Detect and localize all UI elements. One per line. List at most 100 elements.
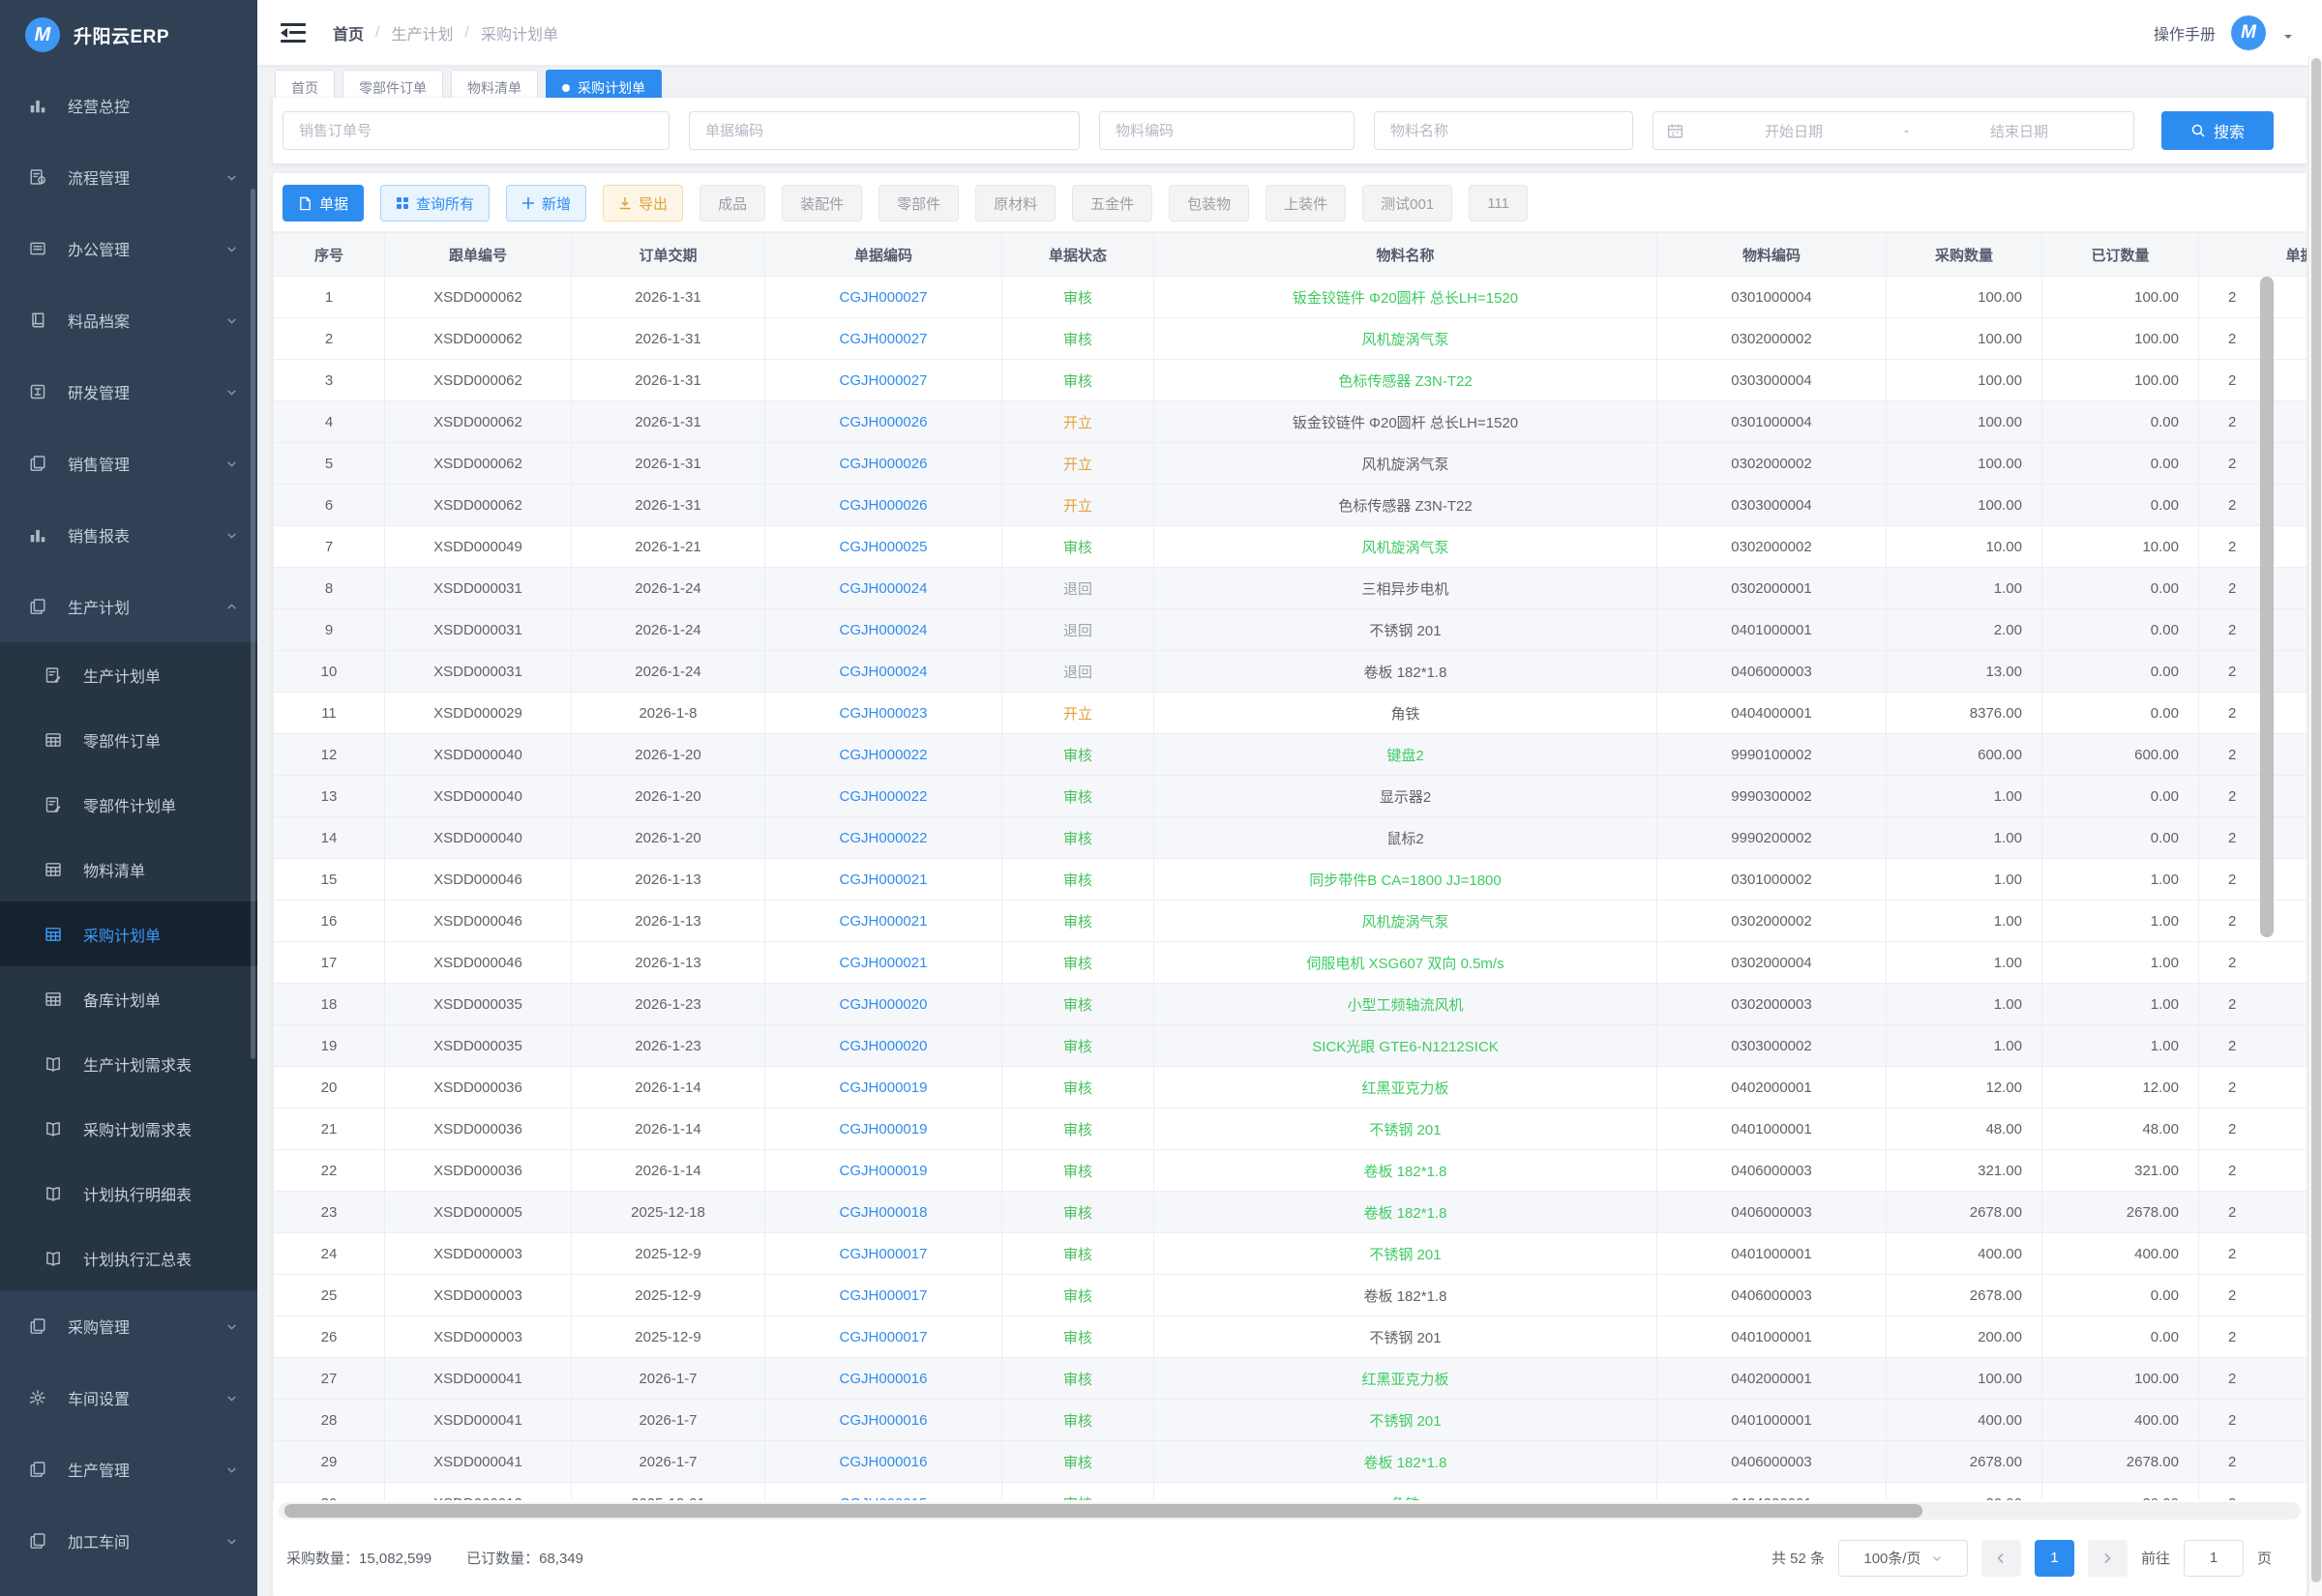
doc-code-input[interactable]	[689, 111, 1080, 150]
cell-material-name: 红黑亚克力板	[1154, 1358, 1657, 1400]
doc-code-link[interactable]: CGJH000021	[840, 913, 928, 930]
chevron-down-icon[interactable]	[2281, 30, 2295, 44]
sidebar-item-研发管理[interactable]: 研发管理	[0, 356, 257, 428]
category-chip-测试001[interactable]: 测试001	[1362, 185, 1452, 222]
vertical-scrollbar[interactable]	[2260, 277, 2274, 1500]
sidebar-item-采购管理[interactable]: 采购管理	[0, 1290, 257, 1362]
page-number-button[interactable]: 1	[2035, 1540, 2074, 1577]
tab-label: 首页	[291, 78, 318, 98]
column-header-采购数量: 采购数量	[1887, 233, 2042, 277]
doc-code-link[interactable]: CGJH000016	[840, 1371, 928, 1387]
category-chip-五金件[interactable]: 五金件	[1072, 185, 1152, 222]
doc-code-link[interactable]: CGJH000019	[840, 1121, 928, 1138]
sidebar-item-零部件订单[interactable]: 零部件订单	[0, 707, 257, 772]
avatar[interactable]: M	[2231, 15, 2266, 50]
sidebar-item-零部件计划单[interactable]: 零部件计划单	[0, 772, 257, 837]
horizontal-scrollbar[interactable]	[279, 1502, 2301, 1520]
sidebar-item-计划执行汇总表[interactable]: 计划执行汇总表	[0, 1226, 257, 1290]
material-code-input[interactable]	[1099, 111, 1354, 150]
cell-order-no: XSDD000036	[385, 1067, 572, 1108]
doc-code-link[interactable]: CGJH000022	[840, 830, 928, 846]
category-chip-上装件[interactable]: 上装件	[1265, 185, 1346, 222]
doc-code-link[interactable]: CGJH000023	[840, 705, 928, 722]
doc-code-link[interactable]: CGJH000015	[840, 1495, 928, 1501]
doc-code-link[interactable]: CGJH000024	[840, 580, 928, 597]
doc-code-link[interactable]: CGJH000022	[840, 788, 928, 805]
sidebar-item-车间设置[interactable]: 车间设置	[0, 1362, 257, 1433]
sidebar-item-料品档案[interactable]: 料品档案	[0, 284, 257, 356]
material-name-input[interactable]	[1374, 111, 1633, 150]
export-button[interactable]: 导出	[603, 185, 683, 222]
cell-material-code: 0303000004	[1657, 485, 1887, 526]
add-button[interactable]: 新增	[506, 185, 586, 222]
doc-code-link[interactable]: CGJH000021	[840, 955, 928, 971]
doc-code-link[interactable]: CGJH000016	[840, 1412, 928, 1429]
sidebar-item-销售报表[interactable]: 销售报表	[0, 499, 257, 571]
sidebar-scrollbar[interactable]	[251, 189, 255, 1059]
doc-code-link[interactable]: CGJH000027	[840, 331, 928, 347]
sidebar-collapse-button[interactable]	[281, 23, 306, 43]
vertical-scrollbar-thumb[interactable]	[2260, 277, 2274, 937]
page-scrollbar[interactable]	[2308, 56, 2322, 1596]
sidebar-item-生产计划需求表[interactable]: 生产计划需求表	[0, 1031, 257, 1096]
tab-采购计划单[interactable]: 采购计划单	[546, 70, 662, 98]
doc-code-link[interactable]: CGJH000025	[840, 539, 928, 555]
sidebar-item-物料清单[interactable]: 物料清单	[0, 837, 257, 901]
sidebar-item-生产管理[interactable]: 生产管理	[0, 1433, 257, 1505]
sidebar-item-采购计划需求表[interactable]: 采购计划需求表	[0, 1096, 257, 1161]
doc-code-link[interactable]: CGJH000016	[840, 1454, 928, 1470]
sidebar-item-流程管理[interactable]: 流程管理	[0, 141, 257, 213]
tab-零部件订单[interactable]: 零部件订单	[342, 70, 443, 98]
category-chip-成品[interactable]: 成品	[700, 185, 765, 222]
goto-page-input[interactable]	[2184, 1540, 2244, 1577]
doc-code-link[interactable]: CGJH000017	[840, 1246, 928, 1262]
category-chip-零部件[interactable]: 零部件	[878, 185, 959, 222]
doc-code-link[interactable]: CGJH000022	[840, 747, 928, 763]
doc-code-link[interactable]: CGJH000021	[840, 872, 928, 888]
sidebar-item-备库计划单[interactable]: 备库计划单	[0, 966, 257, 1031]
breadcrumb-parent[interactable]: 生产计划	[391, 21, 453, 44]
sidebar-item-销售管理[interactable]: 销售管理	[0, 428, 257, 499]
date-range-picker[interactable]: 开始日期 - 结束日期	[1652, 111, 2134, 150]
category-chip-包装物[interactable]: 包装物	[1169, 185, 1249, 222]
category-chip-111[interactable]: 111	[1469, 185, 1528, 222]
doc-code-link[interactable]: CGJH000024	[840, 622, 928, 638]
prev-page-button[interactable]	[1981, 1540, 2021, 1577]
doc-code-link[interactable]: CGJH000024	[840, 664, 928, 680]
category-chip-原材料[interactable]: 原材料	[975, 185, 1056, 222]
doc-code-link[interactable]: CGJH000019	[840, 1079, 928, 1096]
tab-物料清单[interactable]: 物料清单	[451, 70, 538, 98]
doc-code-link[interactable]: CGJH000019	[840, 1163, 928, 1179]
sidebar-item-办公管理[interactable]: 办公管理	[0, 213, 257, 284]
doc-code-link[interactable]: CGJH000020	[840, 1038, 928, 1054]
doc-button[interactable]: 单据	[283, 185, 364, 222]
category-chip-装配件[interactable]: 装配件	[782, 185, 862, 222]
search-button[interactable]: 搜索	[2161, 111, 2274, 150]
query-all-button[interactable]: 查询所有	[380, 185, 490, 222]
help-link[interactable]: 操作手册	[2154, 21, 2216, 44]
doc-code-link[interactable]: CGJH000027	[840, 372, 928, 389]
doc-code-link[interactable]: CGJH000026	[840, 456, 928, 472]
doc-code-link[interactable]: CGJH000017	[840, 1329, 928, 1345]
doc-code-link[interactable]: CGJH000026	[840, 414, 928, 430]
tab-首页[interactable]: 首页	[275, 70, 335, 98]
page-scrollbar-thumb[interactable]	[2311, 58, 2321, 1582]
sidebar-item-生产计划单[interactable]: 生产计划单	[0, 642, 257, 707]
sidebar-item-计划执行明细表[interactable]: 计划执行明细表	[0, 1161, 257, 1226]
sales-order-input[interactable]	[283, 111, 670, 150]
doc-code-link[interactable]: CGJH000018	[840, 1204, 928, 1221]
horizontal-scrollbar-thumb[interactable]	[284, 1504, 1922, 1518]
cell-ordered-qty: 100.00	[2042, 360, 2199, 401]
sidebar-item-加工车间[interactable]: 加工车间	[0, 1505, 257, 1577]
sidebar-item-经营总控[interactable]: 经营总控	[0, 70, 257, 141]
breadcrumb-home[interactable]: 首页	[333, 21, 364, 44]
sidebar-item-采购计划单[interactable]: 采购计划单	[0, 901, 257, 966]
doc-code-link[interactable]: CGJH000026	[840, 497, 928, 514]
doc-code-link[interactable]: CGJH000027	[840, 289, 928, 306]
sidebar-item-生产计划[interactable]: 生产计划	[0, 571, 257, 642]
cell-doc-clipped: 2	[2199, 318, 2307, 360]
page-size-select[interactable]: 100条/页	[1838, 1540, 1968, 1577]
doc-code-link[interactable]: CGJH000020	[840, 996, 928, 1013]
doc-code-link[interactable]: CGJH000017	[840, 1287, 928, 1304]
next-page-button[interactable]	[2088, 1540, 2128, 1577]
